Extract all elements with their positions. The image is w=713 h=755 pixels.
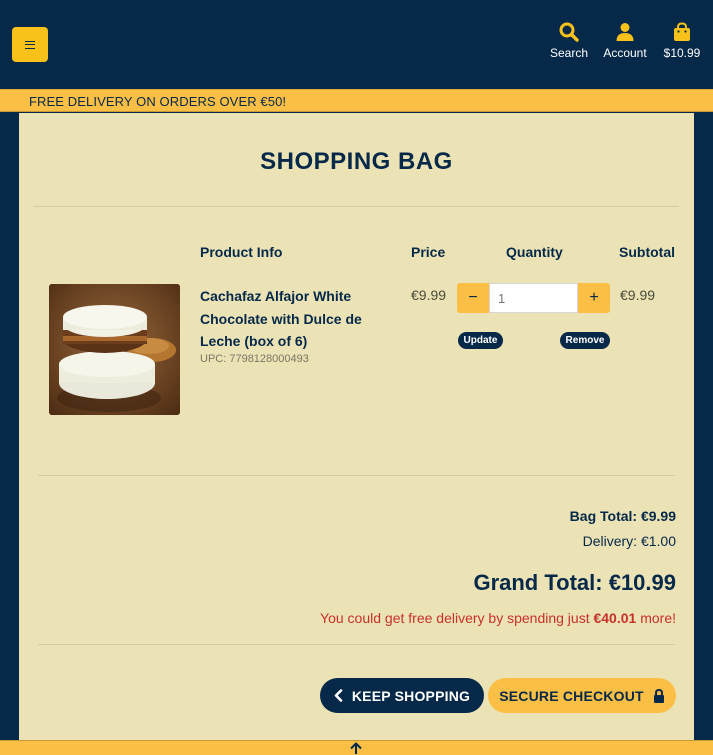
product-name-link[interactable]: Cachafaz Alfajor White Chocolate with Du… bbox=[200, 285, 380, 353]
arrow-up-icon[interactable] bbox=[349, 742, 363, 755]
keep-shopping-button[interactable]: KEEP SHOPPING bbox=[320, 678, 484, 713]
promo-amount: €40.01 bbox=[593, 610, 637, 626]
item-price: €9.99 bbox=[411, 287, 447, 303]
quantity-input[interactable] bbox=[489, 283, 578, 313]
back-to-top-bar bbox=[0, 740, 713, 755]
site-header: Search Account $10.99 bbox=[0, 0, 713, 89]
update-button[interactable]: Update bbox=[458, 332, 503, 349]
nav-search-label: Search bbox=[549, 46, 589, 60]
header-product-info: Product Info bbox=[200, 244, 283, 260]
header-subtotal: Subtotal bbox=[619, 244, 675, 260]
delivery-banner-text: FREE DELIVERY ON ORDERS OVER €50! bbox=[29, 94, 287, 109]
hamburger-icon bbox=[25, 40, 35, 49]
promo-text-start: You could get free delivery by spending … bbox=[320, 610, 594, 626]
shopping-bag-panel: SHOPPING BAG Product Info Price Quantity… bbox=[19, 113, 694, 740]
page-title: SHOPPING BAG bbox=[260, 148, 453, 175]
lock-icon bbox=[653, 688, 664, 703]
user-icon bbox=[616, 23, 634, 41]
item-subtotal: €9.99 bbox=[620, 287, 656, 303]
nav-account[interactable]: Account bbox=[600, 22, 650, 60]
product-image[interactable] bbox=[49, 284, 180, 415]
secure-checkout-button[interactable]: SECURE CHECKOUT bbox=[488, 678, 676, 713]
decrease-quantity-button[interactable]: − bbox=[457, 283, 489, 313]
search-icon bbox=[559, 22, 579, 42]
grand-total: Grand Total: €10.99 bbox=[473, 570, 676, 595]
menu-button[interactable] bbox=[12, 27, 48, 62]
header-price: Price bbox=[411, 244, 446, 260]
shopping-bag-icon bbox=[674, 22, 690, 41]
secure-checkout-label: SECURE CHECKOUT bbox=[499, 687, 644, 704]
divider bbox=[38, 644, 675, 645]
chevron-left-icon bbox=[334, 689, 343, 702]
nav-bag[interactable]: $10.99 bbox=[660, 22, 704, 60]
remove-button[interactable]: Remove bbox=[560, 332, 610, 349]
free-delivery-notice: You could get free delivery by spending … bbox=[320, 610, 676, 626]
quantity-stepper: − + bbox=[457, 283, 610, 313]
delivery-banner: FREE DELIVERY ON ORDERS OVER €50! bbox=[0, 89, 713, 112]
divider bbox=[34, 206, 679, 207]
product-upc: UPC: 7798128000493 bbox=[200, 353, 309, 365]
bag-total: Bag Total: €9.99 bbox=[569, 508, 676, 524]
bag-total-label: $10.99 bbox=[663, 46, 701, 60]
delivery-cost: Delivery: €1.00 bbox=[582, 533, 676, 549]
nav-search[interactable]: Search bbox=[549, 22, 589, 60]
alfajor-image bbox=[49, 284, 180, 415]
keep-shopping-label: KEEP SHOPPING bbox=[351, 687, 471, 704]
header-quantity: Quantity bbox=[506, 244, 563, 260]
nav-account-label: Account bbox=[603, 46, 647, 60]
promo-text-end: more! bbox=[636, 610, 676, 626]
increase-quantity-button[interactable]: + bbox=[578, 283, 610, 313]
divider bbox=[38, 475, 675, 476]
